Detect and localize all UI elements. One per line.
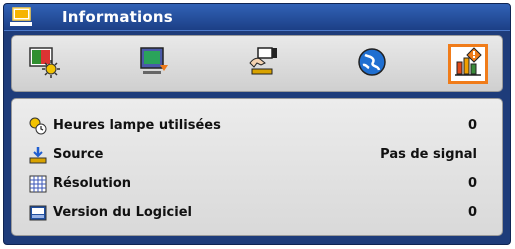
info-panel: Heures lampe utilisées 0 Source Pas de s… bbox=[11, 98, 503, 236]
source-icon bbox=[29, 146, 47, 164]
globe-options-icon bbox=[355, 45, 389, 83]
row-value: Pas de signal bbox=[380, 147, 477, 162]
menu-icon-bar bbox=[11, 35, 503, 92]
row-value: 0 bbox=[467, 176, 477, 191]
info-row-lamp-hours: Heures lampe utilisées 0 bbox=[12, 113, 502, 139]
monitor-settings-icon bbox=[10, 6, 34, 28]
tab-options[interactable] bbox=[352, 44, 392, 84]
tab-display-settings[interactable] bbox=[135, 44, 175, 84]
row-label: Résolution bbox=[53, 176, 132, 191]
display-settings-icon bbox=[138, 45, 172, 83]
resolution-icon bbox=[29, 175, 47, 193]
page-title: Informations bbox=[62, 8, 173, 26]
tab-information[interactable] bbox=[448, 44, 488, 84]
software-version-icon bbox=[29, 204, 47, 222]
lamp-hours-icon bbox=[29, 117, 47, 135]
image-settings-icon bbox=[28, 45, 62, 83]
tab-setup[interactable] bbox=[243, 44, 283, 84]
row-label: Heures lampe utilisées bbox=[53, 118, 221, 133]
row-label: Version du Logiciel bbox=[53, 205, 192, 220]
setup-hand-icon bbox=[246, 45, 280, 83]
info-row-software-version: Version du Logiciel 0 bbox=[12, 200, 502, 226]
row-value: 0 bbox=[467, 205, 477, 220]
row-value: 0 bbox=[467, 118, 477, 133]
information-chart-icon bbox=[452, 46, 484, 82]
info-row-source: Source Pas de signal bbox=[12, 142, 502, 168]
row-label: Source bbox=[53, 147, 104, 162]
tab-image-settings[interactable] bbox=[25, 44, 65, 84]
title-bar: Informations bbox=[4, 4, 510, 31]
info-window: Informations Heures lampe utilisées 0 So… bbox=[3, 3, 511, 245]
info-row-resolution: Résolution 0 bbox=[12, 171, 502, 197]
